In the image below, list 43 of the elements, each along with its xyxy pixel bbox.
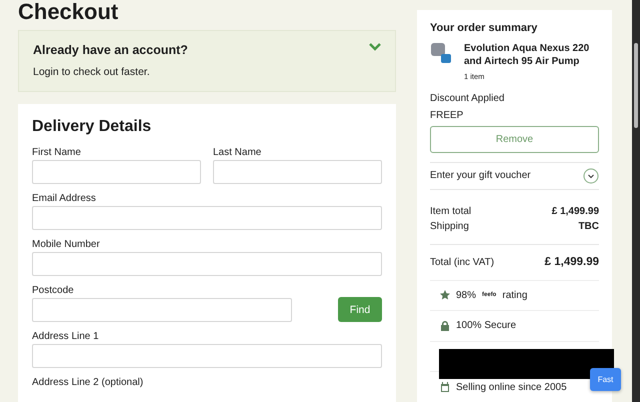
field-label: Address Line 2 (optional) (32, 377, 144, 388)
page-title: Checkout (18, 0, 120, 24)
discount-code: FREEP (430, 110, 464, 121)
input-field[interactable] (32, 160, 201, 184)
input-field[interactable] (32, 344, 382, 368)
chat-button[interactable]: Fast (590, 368, 621, 391)
field-label: Mobile Number (32, 239, 101, 250)
section-title: Delivery Details (32, 118, 152, 136)
secure-text: 100% Secure (456, 320, 516, 332)
star-icon (440, 290, 450, 300)
total-value: TBC (578, 220, 599, 234)
calendar-icon (440, 382, 450, 392)
input-field[interactable] (32, 206, 382, 230)
input-field[interactable] (32, 252, 382, 276)
product-name: Evolution Aqua Nexus 220 and Airtech 95 Air Pump (464, 42, 590, 68)
find-button[interactable]: Find (338, 297, 382, 322)
total-label: Item total (430, 204, 472, 219)
account-text: Login to check out faster. (33, 66, 151, 78)
voucher-label: Enter your gift voucher (430, 170, 531, 182)
since-text: Selling online since 2005 (456, 382, 567, 393)
total-label: Shipping (430, 220, 469, 234)
product-thumbnail-icon (430, 42, 454, 66)
total-value: £ 1,499.99 (552, 204, 599, 219)
rating-text: rating (502, 290, 528, 301)
lock-icon (440, 320, 450, 331)
chevron-icon[interactable] (369, 43, 381, 51)
field-label: Email Address (32, 193, 97, 204)
total-value: £ 1,499.99 (544, 254, 599, 270)
input-field[interactable] (213, 160, 382, 184)
input-field[interactable] (32, 298, 292, 322)
rating-text: 98% (456, 290, 476, 301)
account-panel[interactable]: Already have an account? Login to check out faster. (18, 30, 396, 92)
field-label: First Name (32, 147, 82, 158)
account-title: Already have an account? (33, 43, 188, 57)
field-label: Postcode (32, 285, 75, 296)
field-label: Last Name (213, 147, 262, 158)
discount-label: Discount Applied (430, 93, 506, 104)
summary-title: Your order summary (430, 22, 538, 34)
total-label: Total (inc VAT) (430, 256, 494, 270)
chevron-circle-icon[interactable] (583, 168, 599, 184)
field-label: Address Line 1 (32, 331, 100, 342)
scrollbar[interactable] (632, 0, 640, 402)
remove-button[interactable]: Remove (430, 126, 599, 153)
